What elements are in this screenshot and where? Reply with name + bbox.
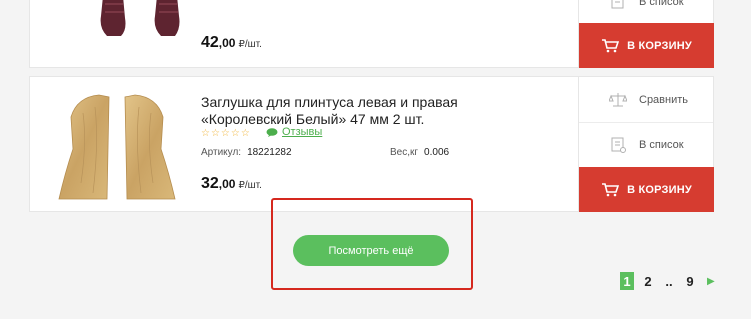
price-decimal: ,00 [218,36,236,50]
article-info: Артикул: 18221282 [201,147,292,158]
article-value: 18221282 [247,147,292,158]
add-to-list-button[interactable]: В список [579,0,713,14]
price: 42,00 ₽/шт. [201,34,262,52]
add-to-cart-label: В КОРЗИНУ [627,183,692,196]
reviews-link[interactable]: Отзывы [266,126,322,138]
add-to-cart-button[interactable]: В КОРЗИНУ [579,167,714,212]
add-to-list-button[interactable]: В список [579,122,713,167]
product-actions: Сравнить В список В КОРЗИНУ [578,77,714,212]
scales-icon [607,89,629,111]
product-actions-top: В список В КОРЗИНУ [578,0,714,68]
price-integer: 42 [201,34,219,51]
page-9[interactable]: 9 [683,272,697,290]
rating-stars[interactable]: ☆☆☆☆☆ [201,128,251,139]
list-icon [607,134,629,156]
compare-button[interactable]: Сравнить [579,77,713,122]
pagination: 1 2 .. 9 ▶ [620,272,715,290]
chat-bubble-icon [266,127,278,137]
chevron-right-icon[interactable]: ▶ [707,276,715,287]
add-to-cart-button[interactable]: В КОРЗИНУ [579,23,714,68]
cart-icon [602,38,620,52]
product-title[interactable]: Заглушка для плинтуса левая и правая «Ко… [201,94,551,128]
page-ellipsis: .. [665,273,673,289]
weight-label: Вес,кг [390,147,419,158]
price-unit: ₽/шт. [238,180,262,191]
cart-icon [602,182,620,196]
add-to-list-label: В список [639,0,684,8]
price: 32,00 ₽/шт. [201,175,262,193]
product-card-top: 42,00 ₽/шт. В список В КОРЗИНУ [29,0,714,68]
page-1[interactable]: 1 [620,272,634,290]
price-integer: 32 [201,175,219,192]
article-label: Артикул: [201,147,242,158]
compare-label: Сравнить [639,93,689,106]
weight-value: 0.006 [424,147,450,158]
add-to-list-label: В список [639,139,684,151]
weight-info: Вес,кг 0.006 [390,147,449,158]
reviews-label: Отзывы [282,126,323,138]
list-icon [607,0,629,13]
price-unit: ₽/шт. [238,39,262,50]
add-to-cart-label: В КОРЗИНУ [627,39,692,52]
product-image[interactable] [55,93,180,203]
price-decimal: ,00 [218,177,236,191]
highlight-frame [271,198,473,290]
product-card: Заглушка для плинтуса левая и правая «Ко… [29,76,714,212]
page-2[interactable]: 2 [641,272,655,290]
product-image-top[interactable] [95,0,205,40]
